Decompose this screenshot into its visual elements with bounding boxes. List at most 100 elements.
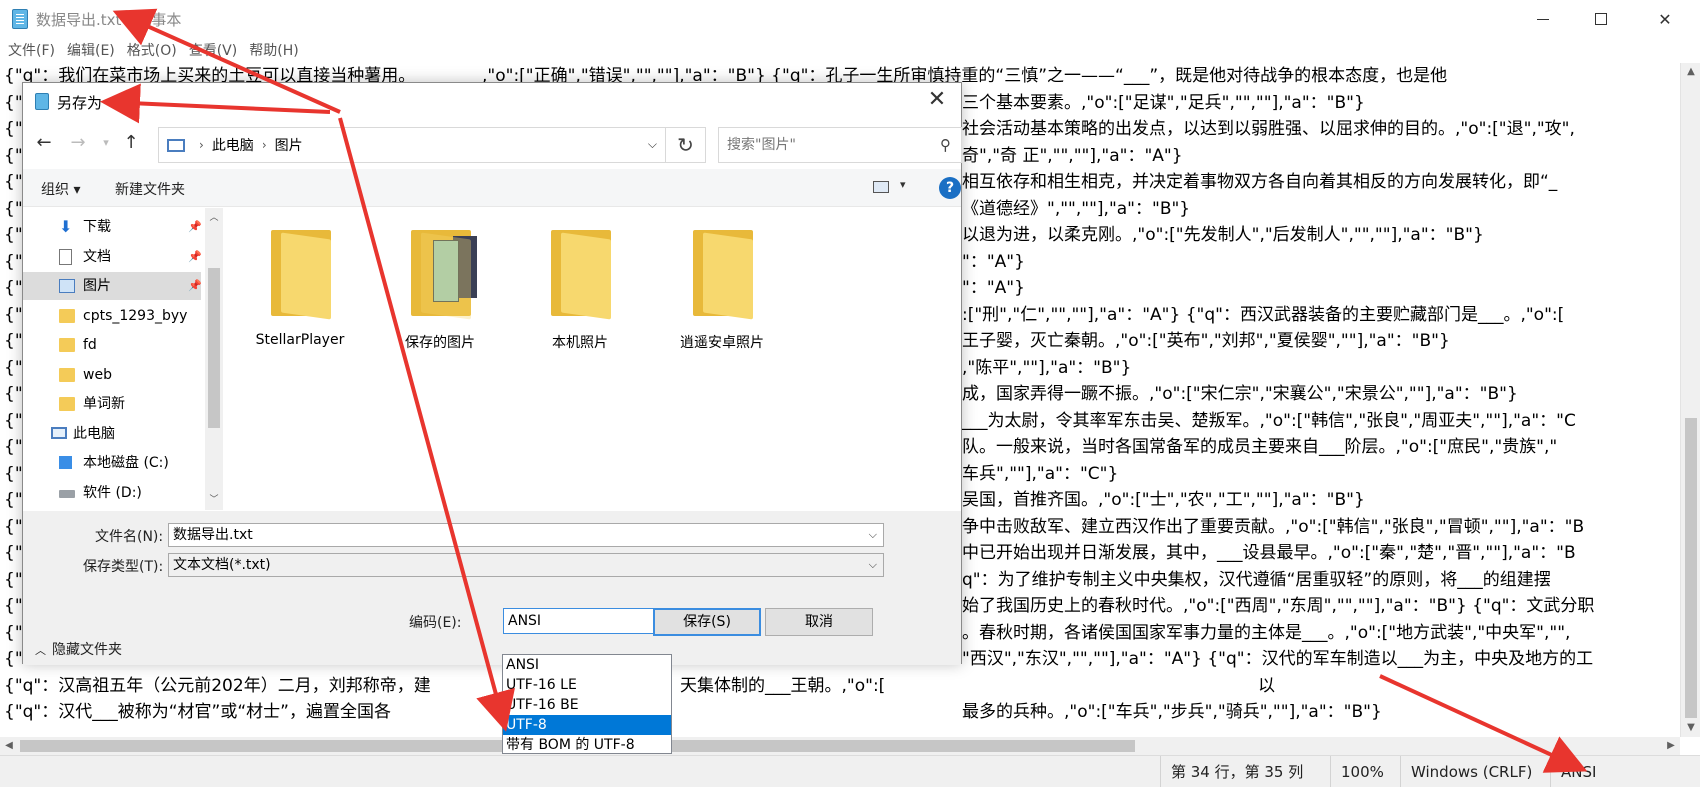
scrollbar-thumb[interactable]	[208, 268, 220, 428]
statusbar: 第 34 行，第 35 列 100% Windows (CRLF) ANSI	[0, 755, 1700, 787]
recent-locations-button[interactable]: ▾	[93, 129, 119, 157]
tree-item[interactable]: 单词新	[23, 390, 201, 418]
folder-icon	[59, 397, 75, 411]
filetype-select[interactable]: 文本文档(*.txt) ⌵	[168, 553, 884, 577]
folder-icon	[693, 230, 753, 320]
editor-line-visible-part: 社会活动基本策略的出发点，以达到以弱胜强、以屈求伸的目的。,"o":["退","…	[962, 119, 1575, 139]
document-icon	[59, 248, 72, 265]
dialog-close-button[interactable]: ✕	[917, 85, 957, 115]
editor-line-visible-part: 吴国，首推齐国。,"o":["士","农","工",""],"a"："B"}	[962, 490, 1365, 510]
folder-item[interactable]: 本机照片	[515, 220, 645, 360]
search-input[interactable]: 搜索"图片" ⚲	[718, 127, 962, 163]
breadcrumb-this-pc[interactable]: 此电脑	[212, 135, 254, 155]
address-bar[interactable]: › 此电脑 › 图片 ⌵	[158, 127, 666, 163]
editor-line-visible-part: 成，国家弄得一蹶不振。,"o":["宋仁宗","宋襄公","宋景公",""],"…	[962, 384, 1518, 404]
view-icon[interactable]	[873, 181, 889, 193]
scroll-left-icon[interactable]: ◀	[0, 737, 18, 755]
new-folder-button[interactable]: 新建文件夹	[115, 179, 185, 199]
editor-line: {"	[4, 596, 23, 616]
close-icon: ✕	[927, 87, 947, 112]
encoding-value: ANSI	[508, 613, 542, 629]
encoding-option[interactable]: UTF-8	[503, 715, 671, 735]
tree-item[interactable]: 文档 📌	[23, 243, 201, 271]
chevron-down-icon[interactable]: ⌵	[648, 137, 657, 152]
menubar: 文件(F) 编辑(E) 格式(O) 查看(V) 帮助(H)	[0, 38, 1700, 62]
hide-folders-label: 隐藏文件夹	[52, 642, 122, 658]
editor-line: {"	[4, 145, 23, 166]
back-button[interactable]: ←	[31, 129, 57, 157]
editor-line-visible-part: 奇","奇 正","",""],"a"："A"}	[962, 145, 1183, 166]
tree-item[interactable]: 软件 (D:)	[23, 479, 201, 507]
pin-icon: 📌	[188, 220, 201, 233]
chevron-down-icon[interactable]: ⌵	[869, 524, 877, 546]
tree-scrollbar[interactable]: ︿ ﹀	[205, 208, 223, 510]
menu-format[interactable]: 格式(O)	[127, 40, 177, 60]
maximize-icon	[1595, 13, 1607, 25]
tree-item[interactable]: cpts_1293_byy	[23, 302, 201, 330]
tree-item[interactable]: fd	[23, 331, 201, 359]
editor-line: {"	[4, 304, 23, 325]
editor-line: {"	[4, 119, 23, 139]
folder-item[interactable]: 保存的图片	[375, 220, 505, 360]
tree-item[interactable]: web	[23, 361, 201, 389]
refresh-icon: ↻	[677, 133, 694, 157]
editor-line-visible-part: 最多的兵种。,"o":["车兵","步兵","骑兵",""],"a"："B"}	[962, 702, 1382, 722]
filename-value: 数据导出.txt	[173, 527, 253, 543]
chevron-up-icon: ︿	[35, 644, 46, 657]
tree-item-label: 文档	[83, 248, 111, 265]
up-button[interactable]: ↑	[118, 129, 144, 157]
tree-item-label: fd	[83, 337, 97, 353]
close-button[interactable]: ✕	[1630, 0, 1700, 38]
refresh-button[interactable]: ↻	[666, 127, 706, 163]
editor-line-visible-part: 车兵",""],"a"："C"}	[962, 463, 1119, 484]
breadcrumb-pictures[interactable]: 图片	[275, 135, 303, 155]
tree-item[interactable]: 本地磁盘 (C:)	[23, 449, 201, 477]
editor-line-visible-part: 中已开始出现并日渐发展，其中，___设县最早。,"o":["秦","楚","晋"…	[962, 543, 1576, 563]
help-button[interactable]: ?	[939, 177, 961, 199]
file-view: StellarPlayer 保存的图片 本机照片 逍遥安卓照片	[223, 208, 961, 510]
encoding-select[interactable]: ANSI ⌵	[503, 608, 673, 634]
folder-item[interactable]: StellarPlayer	[235, 220, 365, 360]
tree-item[interactable]: 图片 📌	[23, 272, 201, 300]
cancel-button[interactable]: 取消	[765, 608, 873, 636]
organize-button[interactable]: 组织 ▾	[41, 179, 80, 199]
scroll-down-icon[interactable]: ﹀	[205, 492, 223, 508]
minimize-button[interactable]	[1514, 0, 1572, 38]
editor-line-visible-part: 王子婴，灭亡秦朝。,"o":["英布","刘邦","夏侯婴",""],"a"："…	[962, 331, 1450, 351]
encoding-dropdown-list: ANSI UTF-16 LE UTF-16 BE UTF-8 带有 BOM 的 UTF-…	[502, 654, 672, 754]
editor-line: {"	[4, 463, 23, 484]
folder-item[interactable]: 逍遥安卓照片	[657, 220, 787, 360]
encoding-option[interactable]: UTF-16 BE	[503, 695, 671, 715]
computer-icon	[167, 138, 185, 152]
scroll-right-icon[interactable]: ▶	[1662, 737, 1680, 755]
dialog-footer: 文件名(N): 数据导出.txt ⌵ 保存类型(T): 文本文档(*.txt) …	[23, 511, 961, 665]
editor-vertical-scrollbar[interactable]: ▲ ▼	[1680, 63, 1700, 737]
encoding-option[interactable]: 带有 BOM 的 UTF-8	[503, 735, 671, 755]
chevron-down-icon[interactable]: ⌵	[869, 554, 877, 576]
editor-line: {"	[4, 490, 23, 510]
status-encoding: ANSI	[1550, 756, 1700, 787]
pin-icon: 📌	[188, 249, 201, 263]
menu-file[interactable]: 文件(F)	[8, 40, 55, 60]
menu-help[interactable]: 帮助(H)	[249, 40, 298, 60]
chevron-down-icon[interactable]: ▾	[900, 178, 906, 191]
pin-icon: 📌	[188, 279, 201, 292]
tree-item-label: 图片	[83, 278, 111, 294]
forward-button[interactable]: →	[65, 129, 91, 157]
menu-view[interactable]: 查看(V)	[189, 40, 238, 60]
editor-horizontal-scrollbar[interactable]: ◀ ▶	[0, 737, 1680, 755]
scroll-up-icon[interactable]: ▲	[1681, 63, 1700, 81]
maximize-button[interactable]	[1572, 0, 1630, 38]
encoding-option[interactable]: UTF-16 LE	[503, 675, 671, 695]
scroll-down-icon[interactable]: ▼	[1681, 719, 1700, 737]
tree-item[interactable]: ⬇ 下载 📌	[23, 213, 201, 241]
scrollbar-thumb[interactable]	[1685, 418, 1697, 718]
filename-input[interactable]: 数据导出.txt ⌵	[168, 523, 884, 547]
filetype-label: 保存类型(T):	[83, 559, 164, 575]
tree-item[interactable]: 此电脑	[23, 420, 201, 448]
scroll-up-icon[interactable]: ︿	[205, 210, 223, 226]
hide-folders-button[interactable]: ︿ 隐藏文件夹	[35, 639, 122, 659]
encoding-option[interactable]: ANSI	[503, 655, 671, 675]
save-button[interactable]: 保存(S)	[653, 608, 761, 636]
menu-edit[interactable]: 编辑(E)	[67, 40, 115, 60]
